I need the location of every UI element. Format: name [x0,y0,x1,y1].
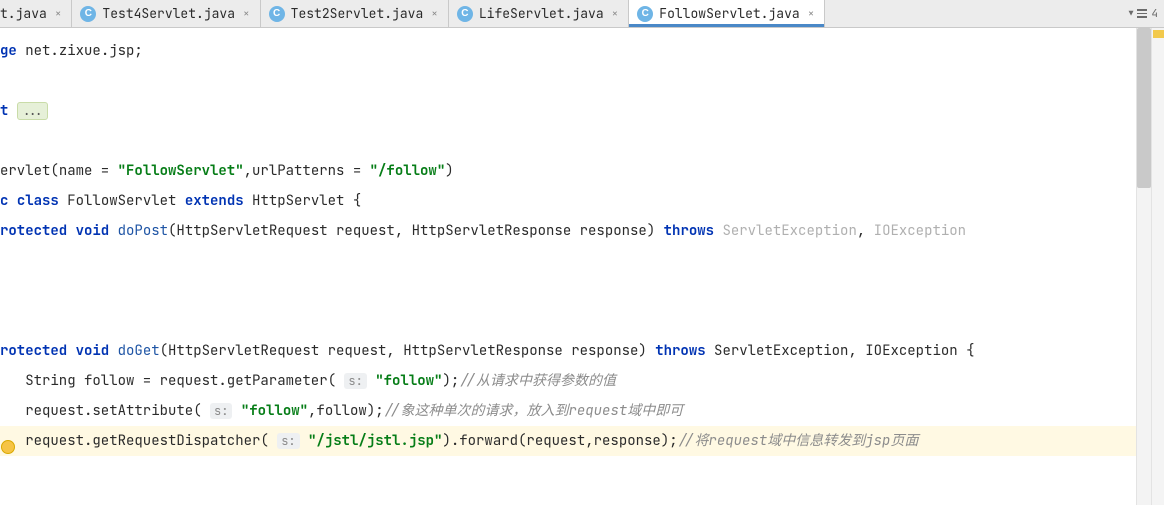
exc-servlet: ServletException [722,222,856,240]
close-icon[interactable]: × [53,7,64,21]
str-url-pattern: "/follow" [370,162,446,180]
class-file-icon: C [457,6,473,22]
intention-bulb-icon[interactable] [1,440,15,454]
editor-tabbar: t.java × C Test4Servlet.java × C Test2Se… [0,0,1164,28]
param-hint: s: [344,373,366,389]
kw-void: void [76,222,110,240]
code-area[interactable]: ge net.zixue.jsp; t ... ervlet(name = "F… [0,32,1164,456]
anno-prefix: ervlet [0,162,50,180]
warning-marker[interactable] [1153,30,1164,38]
stmt-getparam-head: String follow = request.getParameter( [25,372,336,390]
scrollbar-thumb[interactable] [1137,28,1151,188]
tab-label: Test4Servlet.java [102,5,235,22]
brace: { [353,192,361,210]
tab-label: t.java [0,5,47,22]
kw-extends: extends [185,192,244,210]
stmt-tail: ); [442,372,459,390]
tab-test2servlet[interactable]: C Test2Servlet.java × [261,0,449,27]
str-follow: "follow" [241,402,308,420]
tab-label: FollowServlet.java [659,5,799,22]
tab-test4servlet[interactable]: C Test4Servlet.java × [72,0,260,27]
exc-io: IOException [874,222,966,240]
kw-protected: rotected [0,222,67,240]
str-follow: "follow" [375,372,442,390]
exc-servlet: ServletException [714,342,848,360]
close-icon[interactable]: × [806,7,817,21]
sig-params: (HttpServletRequest request, HttpServlet… [160,342,647,360]
super-class: HttpServlet [252,192,344,210]
tab-lifeservlet[interactable]: C LifeServlet.java × [449,0,629,27]
sig-params: (HttpServletRequest request, HttpServlet… [168,222,655,240]
close-icon[interactable]: × [429,7,440,21]
kw-package: ge [0,42,17,60]
stmt-dispatch-head: request.getRequestDispatcher( [25,432,269,450]
anno-name-attr: name = [59,162,118,180]
import-fold[interactable]: ... [17,102,49,120]
param-hint: s: [277,433,299,449]
kw-void: void [76,342,110,360]
stmt-setattr-tail: ,follow); [308,402,384,420]
method-dopost: doPost [118,222,168,240]
close-icon[interactable]: × [241,7,252,21]
tab-file-partial[interactable]: t.java × [0,0,72,27]
str-servlet-name: "FollowServlet" [118,162,244,180]
tab-label: LifeServlet.java [479,5,604,22]
kw-throws: throws [664,222,714,240]
comment-setattr: //象这种单次的请求，放入到request域中即可 [384,402,684,420]
str-jstl-path: "/jstl/jstl.jsp" [308,432,442,450]
hidden-tabs-count: 4 [1151,7,1158,21]
tab-label: Test2Servlet.java [291,5,424,22]
kw-throws: throws [655,342,705,360]
class-name: FollowServlet [67,192,176,210]
stmt-dispatch-tail: ).forward(request,response); [442,432,677,450]
brace: { [966,342,974,360]
list-icon[interactable] [1137,9,1147,18]
kw-protected: rotected [0,342,67,360]
vertical-scrollbar[interactable] [1136,28,1151,505]
stmt-setattr-head: request.setAttribute( [25,402,201,420]
tabbar-overflow-controls[interactable]: ▼ 4 [1123,0,1164,27]
comment-getparam: //从请求中获得参数的值 [459,372,616,390]
method-doget: doGet [118,342,160,360]
pkg-path: net.zixue.jsp [25,42,134,60]
kw-mod: c [0,192,8,210]
close-icon[interactable]: × [610,7,621,21]
code-editor[interactable]: ge net.zixue.jsp; t ... ervlet(name = "F… [0,28,1164,505]
comment-dispatch: //将request域中信息转发到jsp页面 [678,432,919,450]
class-file-icon: C [637,6,653,22]
class-file-icon: C [80,6,96,22]
overview-ruler[interactable] [1151,28,1164,505]
kw-import: t [0,102,8,120]
chevron-down-icon[interactable]: ▼ [1129,9,1134,19]
exc-io: IOException [865,342,957,360]
param-hint: s: [210,403,232,419]
anno-url-attr: ,urlPatterns = [244,162,370,180]
kw-class: class [17,192,59,210]
tab-followservlet[interactable]: C FollowServlet.java × [629,0,825,27]
class-file-icon: C [269,6,285,22]
